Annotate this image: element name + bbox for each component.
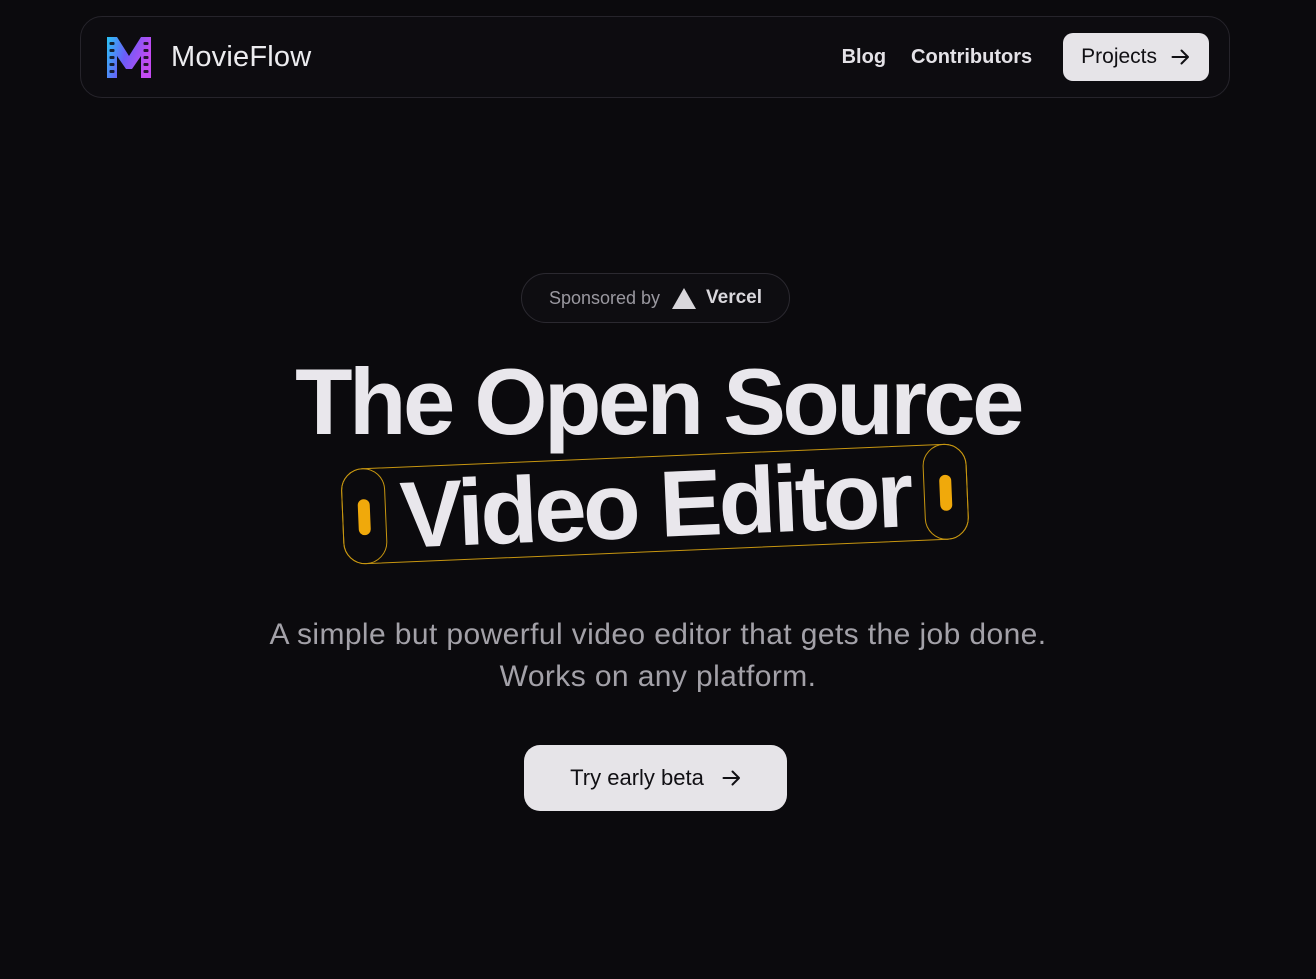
try-early-beta-label: Try early beta: [570, 765, 704, 790]
try-early-beta-button[interactable]: Try early beta: [524, 745, 787, 811]
movieflow-logo-icon: [107, 37, 151, 78]
sponsor-label: Sponsored by: [548, 287, 661, 308]
brand-home-link[interactable]: MovieFlow: [105, 34, 311, 80]
headline-highlight-frame: Video Editor: [340, 433, 970, 577]
nav-link-blog[interactable]: Blog: [842, 46, 886, 69]
sponsor-brand-name: Vercel: [706, 287, 763, 308]
hero-subtitle: A simple but powerful video editor that …: [0, 614, 1316, 698]
arrow-right-icon: [722, 770, 740, 786]
vercel-triangle-icon: [672, 287, 697, 309]
nav-link-contributors[interactable]: Contributors: [911, 46, 1032, 69]
arrow-right-icon: [1171, 49, 1189, 65]
projects-button[interactable]: Projects: [1063, 33, 1209, 81]
main-nav: Blog Contributors Projects: [842, 33, 1209, 81]
handle-grip-left: [357, 498, 372, 536]
brand-name: MovieFlow: [171, 40, 312, 73]
top-navigation-bar: MovieFlow Blog Contributors Projects: [80, 16, 1230, 98]
headline-line-1: The Open Source: [295, 349, 1024, 454]
timeline-trim-handle-left: [340, 467, 389, 566]
projects-button-label: Projects: [1081, 45, 1157, 68]
headline-line-2: Video Editor: [398, 441, 912, 568]
subtitle-line-1: A simple but powerful video editor that …: [269, 618, 1047, 651]
timeline-trim-handle-right: [921, 442, 970, 541]
handle-grip-right: [938, 474, 953, 512]
subtitle-line-2: Works on any platform.: [499, 660, 817, 693]
sponsor-badge[interactable]: Sponsored by Vercel: [521, 273, 790, 323]
